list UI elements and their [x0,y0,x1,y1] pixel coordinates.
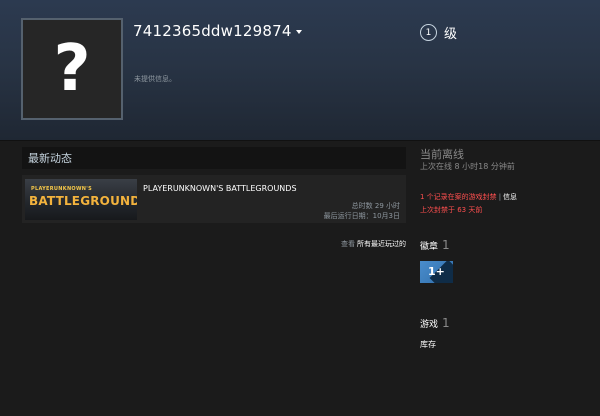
capsule-top-text: PLAYERUNKNOWN'S [31,186,93,192]
recent-game-card: PLAYERUNKNOWN'S BATTLEGROUNDS PLAYERUNKN… [22,175,406,223]
ban-separator: | [498,193,502,201]
badge-text: 1+ [428,265,445,278]
years-of-service-badge-icon[interactable]: 1+ [420,261,453,283]
game-hours: 总时数 29 小时 [351,202,400,210]
badges-count: 1 [442,238,450,252]
question-mark-icon: ? [53,32,91,106]
view-all-recent: 查看 所有最近玩过的 [341,239,406,249]
avatar[interactable]: ? [21,18,123,120]
view-all-link[interactable]: 所有最近玩过的 [357,240,406,248]
ban-record-text: 1 个记录在案的游戏封禁 [420,193,497,201]
persona-name-dropdown[interactable]: 7412365ddw129874 [133,22,302,40]
online-status-title: 当前离线 [420,148,464,161]
level-label: 级 [444,27,458,42]
games-link[interactable]: 游戏 1 [420,316,450,330]
profile-header: ? 7412365ddw129874 未提供信息。 1 级 [0,0,600,141]
game-name-link[interactable]: PLAYERUNKNOWN'S BATTLEGROUNDS [143,184,297,193]
summary-text: 未提供信息。 [134,75,176,83]
inventory-link[interactable]: 库存 [420,339,436,350]
recent-activity-title: 最新动态 [28,152,72,165]
game-last-played: 最后运行日期：10月3日 [323,212,400,220]
profile-content: 最新动态 PLAYERUNKNOWN'S BATTLEGROUNDS PLAYE… [0,141,600,416]
ban-status-line: 1 个记录在案的游戏封禁 | 信息 [420,192,517,202]
badges-link[interactable]: 徽章 1 [420,238,450,252]
recent-activity-header: 最新动态 [22,147,406,169]
badges-label: 徽章 [420,242,439,252]
games-count: 1 [442,316,450,330]
game-capsule-image[interactable]: PLAYERUNKNOWN'S BATTLEGROUNDS [25,179,137,220]
last-ban-text: 上次封禁于 63 天前 [420,206,483,214]
persona-name: 7412365ddw129874 [133,22,292,40]
profile-level[interactable]: 1 级 [420,23,457,42]
ban-info-link[interactable]: 信息 [503,193,517,201]
games-label: 游戏 [420,320,439,330]
view-all-prefix: 查看 [341,240,355,248]
level-circle: 1 [420,24,437,41]
capsule-main-text: BATTLEGROUNDS [29,194,137,208]
last-online-text: 上次在线 8 小时18 分钟前 [420,162,515,171]
caret-down-icon [295,29,302,34]
profile-page: ? 7412365ddw129874 未提供信息。 1 级 最新动态 PLAYE… [0,0,600,416]
